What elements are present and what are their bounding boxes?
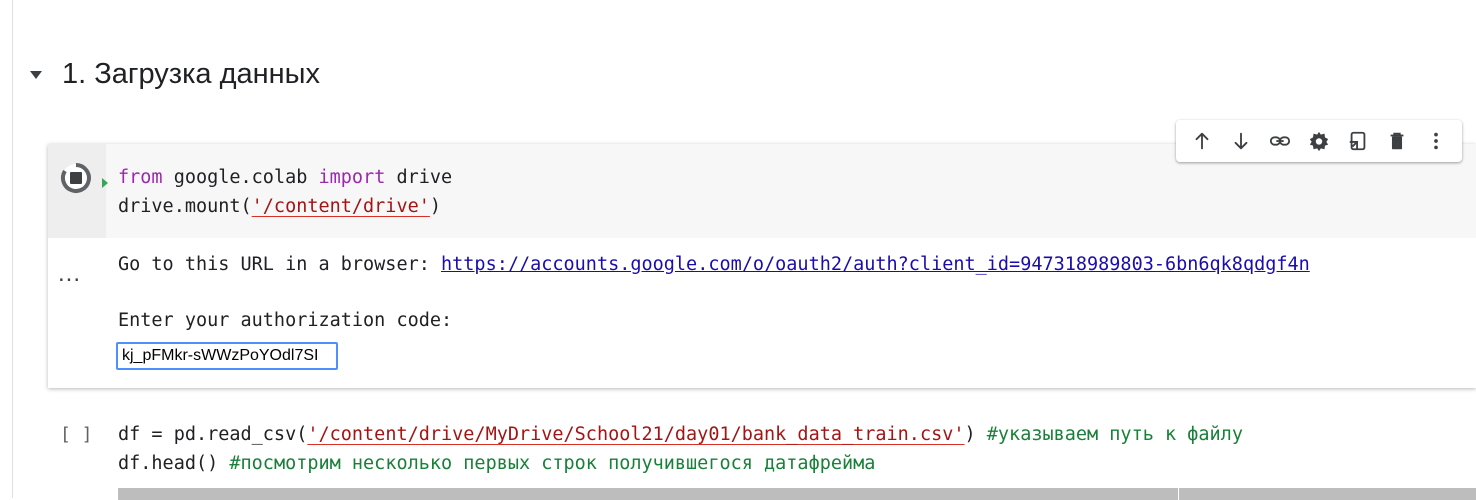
current-line-marker-icon [102, 178, 108, 188]
code-keyword: import [318, 167, 386, 188]
code-assign: df = pd.read_csv( [118, 424, 308, 445]
code-paren: ) [429, 196, 442, 217]
code-comment: #указываем путь к файлу [986, 424, 1243, 445]
arrow-up-icon[interactable] [1187, 126, 1217, 156]
code-name: drive [385, 167, 453, 188]
output-table-placeholder [118, 488, 1476, 500]
mirror-cell-icon[interactable] [1343, 126, 1373, 156]
code-call: drive.mount( [118, 196, 252, 217]
output-menu-button[interactable]: ... [58, 260, 81, 288]
run-cell-button[interactable]: [ ] [60, 424, 93, 445]
cell-output: Go to this URL in a browser: https://acc… [118, 254, 1310, 338]
section-header[interactable]: 1. Загрузка данных [30, 52, 320, 96]
code-call: df.head() [118, 453, 230, 474]
code-comment: #посмотрим несколько первых строк получи… [229, 453, 876, 474]
arrow-down-icon[interactable] [1226, 126, 1256, 156]
link-icon[interactable] [1265, 126, 1295, 156]
more-vert-icon[interactable] [1421, 126, 1451, 156]
output-text: Go to this URL in a browser: [118, 254, 442, 275]
auth-code-input[interactable] [116, 342, 338, 370]
code-cell-mount[interactable]: from google.colab import drive drive.mou… [48, 144, 1476, 388]
code-text: from google.colab import drive drive.mou… [118, 163, 452, 221]
stop-execution-icon[interactable] [60, 162, 92, 194]
auth-prompt: Enter your authorization code: [118, 310, 453, 331]
gear-icon[interactable] [1304, 126, 1334, 156]
code-text[interactable]: df = pd.read_csv('/content/drive/MyDrive… [118, 420, 1243, 478]
section-title: 1. Загрузка данных [62, 57, 320, 90]
code-module: google.colab [162, 167, 319, 188]
code-paren: ) [964, 424, 987, 445]
code-cell-read-csv[interactable]: [ ] df = pd.read_csv('/content/drive/MyD… [48, 408, 1476, 500]
output-divider [1178, 488, 1179, 500]
trash-icon[interactable] [1382, 126, 1412, 156]
code-keyword: from [118, 167, 163, 188]
auth-url-link[interactable]: https://accounts.google.com/o/oauth2/aut… [441, 254, 1310, 275]
collapse-caret-icon[interactable] [30, 71, 42, 79]
notebook-left-rule [12, 0, 13, 498]
code-string: '/content/drive' [251, 196, 430, 217]
cell-toolbar [1176, 120, 1462, 162]
code-string: '/content/drive/MyDrive/School21/day01/b… [307, 424, 965, 445]
